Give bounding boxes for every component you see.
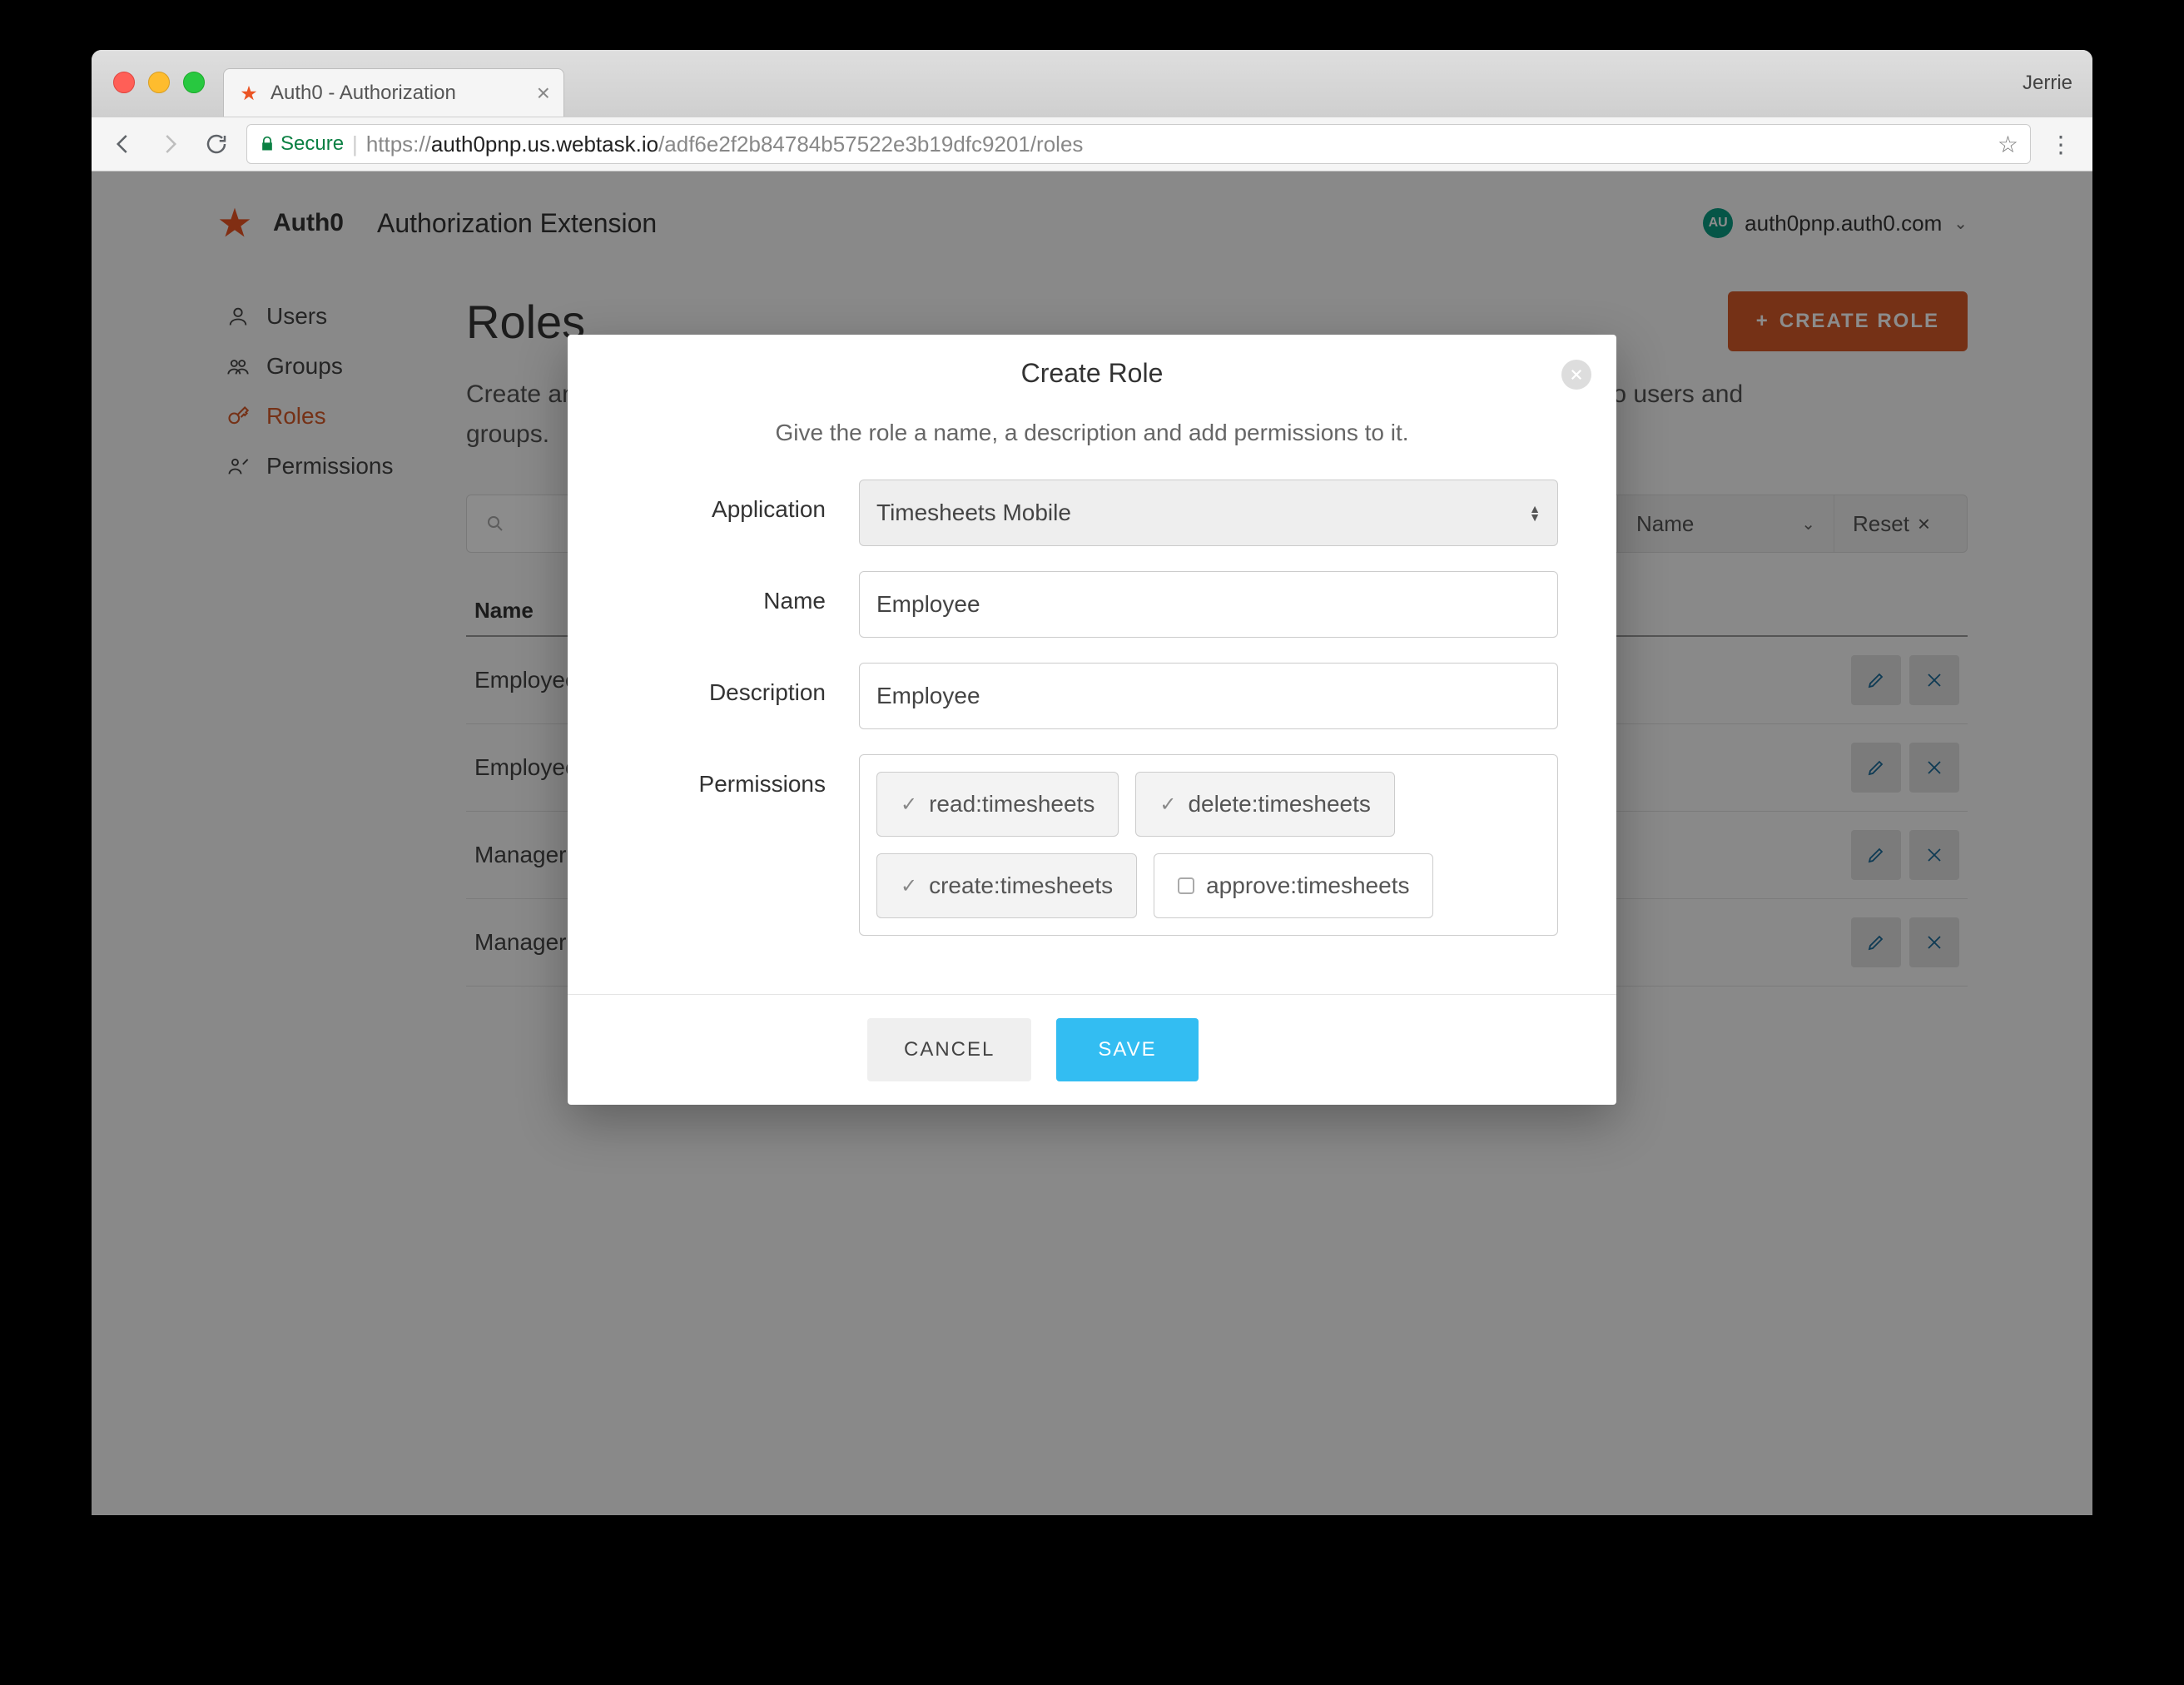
permission-chip-approve[interactable]: approve:timesheets [1154, 853, 1433, 918]
select-arrows-icon: ▲▼ [1529, 505, 1541, 521]
cancel-button[interactable]: CANCEL [867, 1018, 1031, 1081]
forward-button [153, 127, 186, 161]
minimize-window-button[interactable] [148, 72, 170, 93]
browser-window: Auth0 - Authorization × Jerrie Secure | … [92, 50, 2092, 1515]
check-icon: ✓ [901, 874, 917, 898]
description-input[interactable] [859, 663, 1558, 729]
permission-chip-delete[interactable]: ✓ delete:timesheets [1135, 772, 1395, 837]
bookmark-star-icon[interactable]: ☆ [1998, 131, 2018, 158]
tab-title: Auth0 - Authorization [271, 82, 456, 105]
check-icon: ✓ [901, 793, 917, 817]
reload-button[interactable] [200, 127, 233, 161]
tab-strip: Auth0 - Authorization × Jerrie [92, 50, 2092, 117]
label-name: Name [626, 571, 859, 614]
name-input[interactable] [859, 571, 1558, 638]
label-description: Description [626, 663, 859, 706]
secure-indicator: Secure [259, 132, 344, 156]
window-controls [113, 72, 205, 93]
permission-chip-create[interactable]: ✓ create:timesheets [876, 853, 1137, 918]
maximize-window-button[interactable] [183, 72, 205, 93]
back-button[interactable] [107, 127, 140, 161]
address-bar-row: Secure | https://auth0pnp.us.webtask.io/… [92, 117, 2092, 171]
check-icon: ✓ [1159, 793, 1176, 817]
chrome-profile-name[interactable]: Jerrie [2023, 72, 2072, 95]
browser-menu-button[interactable]: ⋮ [2044, 127, 2077, 161]
close-window-button[interactable] [113, 72, 135, 93]
address-bar[interactable]: Secure | https://auth0pnp.us.webtask.io/… [246, 124, 2031, 164]
save-button[interactable]: SAVE [1056, 1018, 1198, 1081]
close-tab-icon[interactable]: × [537, 80, 550, 107]
create-role-modal: Create Role Give the role a name, a desc… [568, 335, 1616, 1105]
page-viewport: Auth0 Authorization Extension AU auth0pn… [92, 171, 2092, 1515]
modal-title: Create Role [568, 358, 1616, 389]
label-application: Application [626, 480, 859, 523]
close-icon [1569, 367, 1584, 382]
label-permissions: Permissions [626, 754, 859, 798]
permission-chip-read[interactable]: ✓ read:timesheets [876, 772, 1119, 837]
permissions-container: ✓ read:timesheets ✓ delete:timesheets ✓ … [859, 754, 1558, 936]
auth0-favicon [237, 82, 261, 105]
checkbox-empty-icon [1178, 877, 1194, 894]
modal-subtitle: Give the role a name, a description and … [626, 420, 1558, 446]
application-select[interactable]: Timesheets Mobile ▲▼ [859, 480, 1558, 546]
lock-icon [259, 136, 275, 152]
browser-tab[interactable]: Auth0 - Authorization × [223, 68, 564, 117]
modal-close-button[interactable] [1561, 360, 1591, 390]
url-text: https://auth0pnp.us.webtask.io/adf6e2f2b… [366, 132, 1084, 157]
